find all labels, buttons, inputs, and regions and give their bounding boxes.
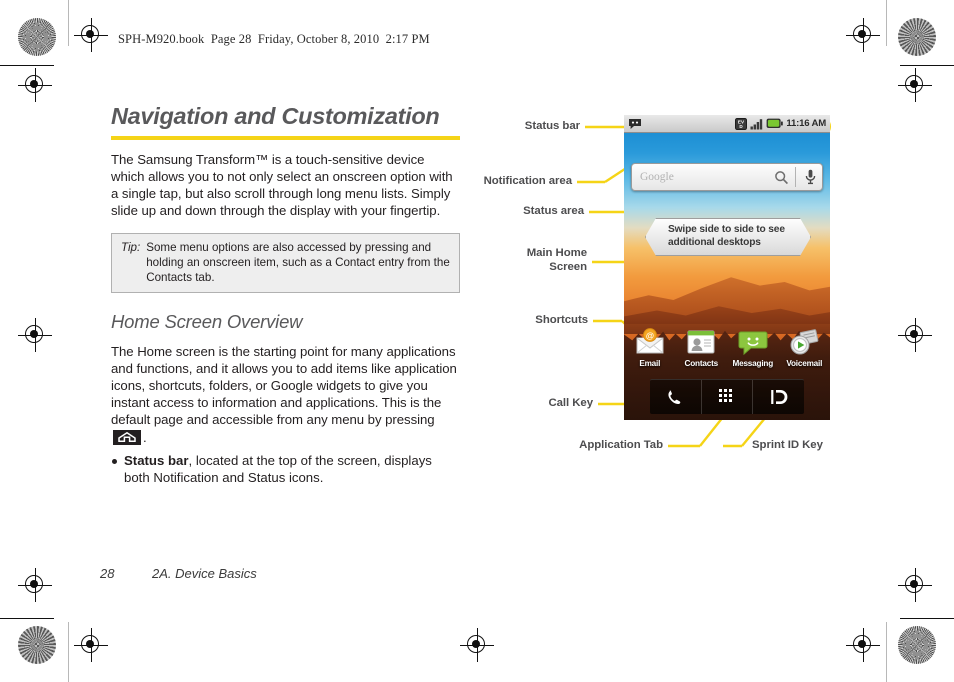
email-icon[interactable]: @ — [633, 327, 667, 357]
list-item: Status bar, located at the top of the sc… — [111, 452, 461, 486]
tip-text: Some menu options are also accessed by p… — [146, 241, 450, 285]
search-icon[interactable] — [769, 170, 793, 185]
registration-mark-bottom-right-inner — [846, 628, 880, 662]
search-input[interactable]: Google — [632, 171, 769, 183]
home-screen-wallpaper: Google Swipe side to side to see additio… — [624, 133, 830, 420]
battery-icon — [766, 118, 784, 128]
callout-status-area: Status area — [523, 205, 584, 217]
callout-application-tab: Application Tab — [579, 439, 663, 451]
home-key-icon — [113, 429, 141, 445]
content-column: Navigation and Customization The Samsung… — [111, 104, 461, 486]
page-title: Navigation and Customization — [111, 103, 440, 129]
callout-main-home-screen: Main Home Screen — [526, 247, 587, 273]
shortcut-messaging[interactable]: Messaging — [730, 327, 776, 368]
application-tab-button[interactable] — [702, 380, 754, 414]
crop-line-right-upper — [900, 65, 954, 67]
signal-bars-icon — [750, 118, 763, 129]
trim-line-top-right — [886, 0, 887, 46]
print-rosette-top-left — [18, 18, 56, 56]
registration-mark-bottom-left-inner — [74, 628, 108, 662]
message-icon — [629, 118, 641, 129]
shortcut-voicemail[interactable]: Voicemail — [781, 327, 827, 368]
section-paragraph-text: The Home screen is the starting point fo… — [111, 344, 457, 428]
footer-page-number: 28 — [100, 566, 115, 581]
trim-line-bottom-right — [886, 622, 887, 682]
app-grid-icon[interactable] — [718, 388, 736, 406]
call-key-button[interactable] — [650, 380, 702, 414]
svg-text:@: @ — [646, 330, 654, 340]
phone-screenshot: EV D 11:16 AM Google Swipe side to side … — [624, 115, 830, 420]
callout-call-key: Call Key — [548, 397, 593, 409]
callout-notification-area: Notification area — [483, 175, 572, 187]
registration-mark-bottom-center — [460, 628, 494, 662]
shortcuts-row: @ Email Contacts Messaging Voicemail — [624, 327, 830, 368]
crop-line-left-lower — [0, 618, 54, 620]
registration-mark-top-left-inner — [74, 18, 108, 52]
status-bar-clock: 11:16 AM — [786, 118, 826, 129]
registration-mark-right-middle — [898, 318, 932, 352]
registration-mark-right-upper — [898, 68, 932, 102]
contacts-icon[interactable] — [684, 327, 718, 357]
tip-label: Tip: — [121, 241, 141, 255]
trim-line-bottom-left — [68, 622, 69, 682]
shortcut-label: Email — [639, 359, 661, 368]
intro-paragraph: The Samsung Transform™ is a touch-sensit… — [111, 151, 453, 218]
status-area: EV D 11:16 AM — [735, 117, 830, 130]
tip-box: Tip: Some menu options are also accessed… — [111, 233, 460, 294]
sprint-id-key-button[interactable] — [753, 380, 804, 414]
microphone-icon[interactable] — [798, 169, 822, 185]
section-title: Home Screen Overview — [111, 311, 303, 333]
footer-section-name: 2A. Device Basics — [152, 566, 257, 581]
phone-status-bar: EV D 11:16 AM — [624, 115, 830, 133]
print-rosette-bottom-left — [18, 626, 56, 664]
trim-line-top-left — [68, 0, 69, 46]
phone-handset-icon[interactable] — [665, 387, 685, 407]
print-rosette-bottom-right — [898, 626, 936, 664]
book-header: SPH-M920.book Page 28 Friday, October 8,… — [118, 32, 430, 46]
print-rosette-top-right — [898, 18, 936, 56]
dock-bar — [650, 379, 804, 414]
messaging-icon[interactable] — [736, 327, 770, 357]
section-paragraph-tail: . — [143, 429, 147, 445]
section-paragraph: The Home screen is the starting point fo… — [111, 343, 461, 446]
shortcut-label: Voicemail — [786, 359, 823, 368]
voicemail-icon[interactable] — [787, 327, 821, 357]
sprint-id-icon[interactable] — [768, 387, 790, 407]
page-footer: 28 2A. Device Basics — [100, 566, 257, 581]
shortcut-label: Messaging — [732, 359, 773, 368]
swipe-tooltip-text: Swipe side to side to see additional des… — [668, 224, 785, 248]
crop-line-right-lower — [900, 618, 954, 620]
notification-area — [624, 118, 735, 130]
registration-mark-right-lower — [898, 568, 932, 602]
bullet-list: Status bar, located at the top of the sc… — [111, 452, 461, 486]
shortcut-email[interactable]: @ Email — [627, 327, 673, 368]
registration-mark-left-upper — [18, 68, 52, 102]
registration-mark-top-right-inner — [846, 18, 880, 52]
title-underline-rule — [111, 135, 460, 140]
shortcut-label: Contacts — [684, 359, 719, 368]
callout-status-bar: Status bar — [524, 120, 580, 132]
shortcut-contacts[interactable]: Contacts — [678, 327, 724, 368]
registration-mark-left-middle — [18, 318, 52, 352]
evdo-icon: EV D — [735, 117, 748, 130]
callout-sprint-id-key: Sprint ID Key — [752, 439, 823, 451]
swipe-tooltip: Swipe side to side to see additional des… — [645, 218, 811, 256]
crop-line-left-upper — [0, 65, 54, 67]
bullet-term: Status bar — [124, 452, 189, 468]
google-search-widget[interactable]: Google — [631, 163, 823, 191]
callout-shortcuts: Shortcuts — [535, 314, 588, 326]
widget-divider — [795, 167, 796, 187]
registration-mark-left-lower — [18, 568, 52, 602]
